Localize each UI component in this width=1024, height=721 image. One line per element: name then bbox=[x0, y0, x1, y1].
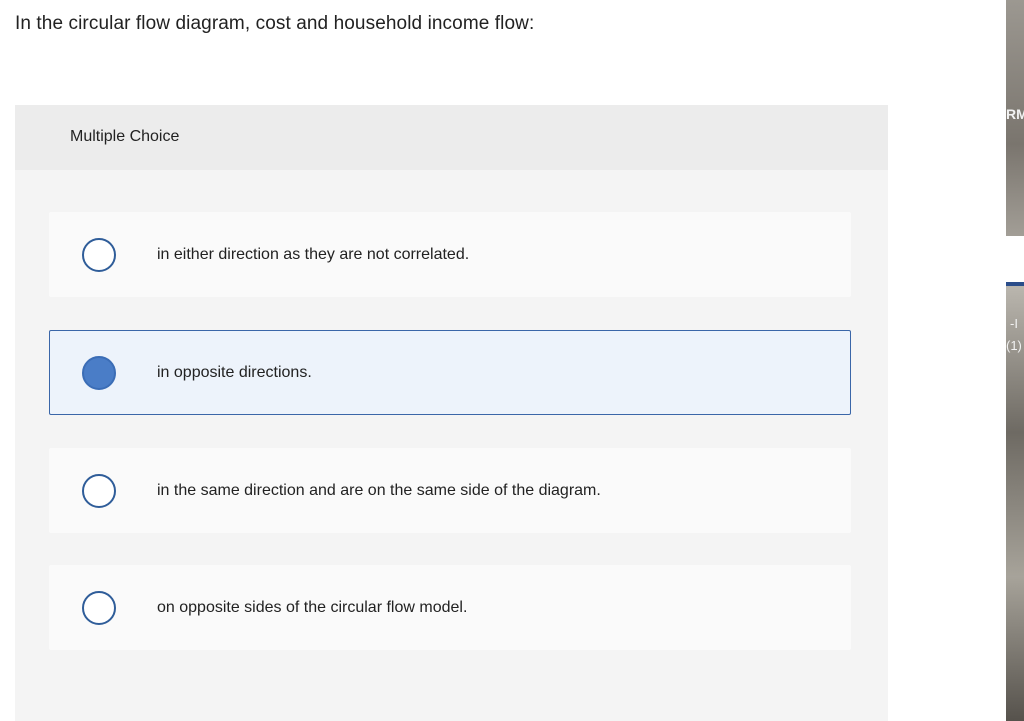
side-text-top: RM bbox=[1006, 106, 1024, 122]
radio-button[interactable] bbox=[82, 238, 116, 272]
side-text-low: (1) bbox=[1006, 338, 1022, 353]
side-thumbnail-bar bbox=[1006, 282, 1024, 286]
option-label: in the same direction and are on the sam… bbox=[157, 482, 601, 499]
panel-title: Multiple Choice bbox=[70, 128, 180, 145]
question-text: In the circular flow diagram, cost and h… bbox=[15, 13, 535, 34]
option-4[interactable]: on opposite sides of the circular flow m… bbox=[49, 565, 851, 650]
side-thumbnail bbox=[1006, 236, 1024, 284]
option-label: on opposite sides of the circular flow m… bbox=[157, 599, 468, 616]
panel-header: Multiple Choice bbox=[15, 105, 888, 170]
multiple-choice-panel: Multiple Choice in either direction as t… bbox=[15, 105, 888, 721]
option-1[interactable]: in either direction as they are not corr… bbox=[49, 212, 851, 297]
side-window-strip: RM -I (1) bbox=[1006, 0, 1024, 721]
radio-button[interactable] bbox=[82, 474, 116, 508]
side-text-mid: -I bbox=[1010, 316, 1018, 331]
option-label: in opposite directions. bbox=[157, 364, 312, 381]
option-3[interactable]: in the same direction and are on the sam… bbox=[49, 448, 851, 533]
option-2[interactable]: in opposite directions. bbox=[49, 330, 851, 415]
option-label: in either direction as they are not corr… bbox=[157, 246, 470, 263]
radio-button[interactable] bbox=[82, 591, 116, 625]
radio-button-selected[interactable] bbox=[82, 356, 116, 390]
